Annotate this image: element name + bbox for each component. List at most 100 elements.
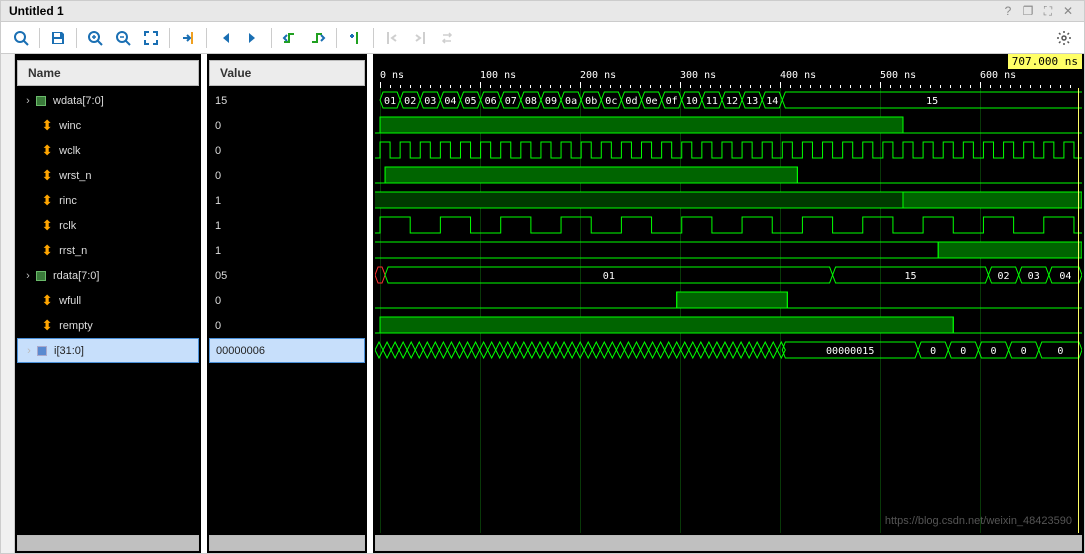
svg-text:0c: 0c bbox=[605, 96, 617, 107]
signal-row-rrst-n[interactable]: ⬍ rrst_n bbox=[17, 238, 199, 263]
window-title: Untitled 1 bbox=[9, 4, 64, 18]
signal-value: 0 bbox=[209, 113, 365, 138]
bit-icon: ⬍ bbox=[41, 145, 53, 157]
prev-edge-icon[interactable] bbox=[276, 26, 304, 50]
signal-name: wclk bbox=[59, 145, 80, 157]
signal-row-winc[interactable]: ⬍ winc bbox=[17, 113, 199, 138]
signal-name: rclk bbox=[59, 220, 76, 232]
signal-value: 1 bbox=[209, 238, 365, 263]
cursor-line[interactable] bbox=[1078, 88, 1079, 533]
svg-text:10: 10 bbox=[686, 96, 698, 107]
signal-value: 1 bbox=[209, 213, 365, 238]
svg-text:0f: 0f bbox=[666, 96, 678, 107]
svg-text:11: 11 bbox=[706, 96, 718, 107]
time-label: 0 ns bbox=[380, 70, 404, 81]
value-hscroll[interactable] bbox=[209, 535, 365, 551]
svg-text:04: 04 bbox=[444, 96, 456, 107]
signal-name: rdata[7:0] bbox=[53, 270, 99, 282]
settings-icon[interactable] bbox=[1050, 26, 1078, 50]
waveform-area[interactable]: https://blog.csdn.net/weixin_48423590 0 1… bbox=[375, 88, 1082, 533]
signal-row-rdata-7-0-[interactable]: › rdata[7:0] bbox=[17, 263, 199, 288]
value-header: Value bbox=[209, 60, 365, 86]
zoom-out-icon[interactable] bbox=[109, 26, 137, 50]
signal-row-rclk[interactable]: ⬍ rclk bbox=[17, 213, 199, 238]
goto-cursor-icon[interactable] bbox=[174, 26, 202, 50]
bit-icon: ⬍ bbox=[41, 245, 53, 257]
signal-row-wrst-n[interactable]: ⬍wrst_n bbox=[17, 163, 199, 188]
signal-value: 0 bbox=[209, 163, 365, 188]
wave-hscroll[interactable] bbox=[375, 535, 1082, 551]
name-hscroll[interactable] bbox=[17, 535, 199, 551]
signal-name: rrst_n bbox=[59, 245, 87, 257]
swap-icon[interactable] bbox=[434, 26, 462, 50]
watermark: https://blog.csdn.net/weixin_48423590 bbox=[885, 515, 1072, 527]
signal-row-wdata-7-0-[interactable]: › wdata[7:0] bbox=[17, 88, 199, 113]
expand-icon[interactable]: › bbox=[24, 345, 34, 357]
svg-text:13: 13 bbox=[746, 96, 758, 107]
signal-name: winc bbox=[59, 120, 81, 132]
bit-icon: ⬍ bbox=[41, 120, 53, 132]
svg-text:0b: 0b bbox=[585, 96, 597, 107]
add-marker-icon[interactable] bbox=[341, 26, 369, 50]
zoom-fit-icon[interactable] bbox=[137, 26, 165, 50]
next-edge-icon[interactable] bbox=[304, 26, 332, 50]
signal-value: 00000006 bbox=[209, 338, 365, 363]
time-label: 300 ns bbox=[680, 70, 716, 81]
cursor-readout: 707.000 ns bbox=[1008, 54, 1082, 69]
bit-icon: ⬍ bbox=[41, 320, 53, 332]
next-marker-icon[interactable] bbox=[406, 26, 434, 50]
time-label: 100 ns bbox=[480, 70, 516, 81]
signal-row-i-31-0-[interactable]: ›i[31:0] bbox=[17, 338, 199, 363]
time-label: 200 ns bbox=[580, 70, 616, 81]
search-icon[interactable] bbox=[7, 26, 35, 50]
signal-row-wclk[interactable]: ⬍ wclk bbox=[17, 138, 199, 163]
bus-icon bbox=[35, 95, 47, 107]
signal-name: wrst_n bbox=[59, 170, 91, 182]
help-button[interactable]: ? bbox=[1000, 3, 1016, 19]
restore-button[interactable]: ❐ bbox=[1020, 3, 1036, 19]
svg-text:0: 0 bbox=[1057, 346, 1063, 357]
svg-text:05: 05 bbox=[464, 96, 476, 107]
zoom-in-icon[interactable] bbox=[81, 26, 109, 50]
signal-name: wdata[7:0] bbox=[53, 95, 104, 107]
svg-text:03: 03 bbox=[424, 96, 436, 107]
svg-text:06: 06 bbox=[485, 96, 497, 107]
svg-text:08: 08 bbox=[525, 96, 537, 107]
signal-row-wfull[interactable]: ⬍wfull bbox=[17, 288, 199, 313]
prev-marker-icon[interactable] bbox=[378, 26, 406, 50]
signal-value: 0 bbox=[209, 288, 365, 313]
signal-value: 05 bbox=[209, 263, 365, 288]
svg-text:03: 03 bbox=[1028, 271, 1040, 282]
toolbar bbox=[0, 22, 1085, 54]
close-button[interactable]: ✕ bbox=[1060, 3, 1076, 19]
expand-icon[interactable]: › bbox=[23, 95, 33, 107]
save-icon[interactable] bbox=[44, 26, 72, 50]
signal-name: rinc bbox=[59, 195, 77, 207]
side-tab[interactable] bbox=[1, 54, 15, 553]
signal-row-rempty[interactable]: ⬍rempty bbox=[17, 313, 199, 338]
signal-name: wfull bbox=[59, 295, 81, 307]
time-label: 400 ns bbox=[780, 70, 816, 81]
signal-value: 0 bbox=[209, 138, 365, 163]
svg-text:12: 12 bbox=[726, 96, 738, 107]
name-header: Name bbox=[17, 60, 199, 86]
svg-text:04: 04 bbox=[1059, 271, 1071, 282]
bit-icon: ⬍ bbox=[41, 195, 53, 207]
time-label: 600 ns bbox=[980, 70, 1016, 81]
signal-value: 1 bbox=[209, 188, 365, 213]
last-icon[interactable] bbox=[239, 26, 267, 50]
svg-text:07: 07 bbox=[505, 96, 517, 107]
bit-icon: ⬍ bbox=[41, 220, 53, 232]
svg-text:0: 0 bbox=[960, 346, 966, 357]
expand-icon[interactable]: › bbox=[23, 270, 33, 282]
int-icon bbox=[36, 345, 48, 357]
maximize-button[interactable]: ⛶ bbox=[1040, 3, 1056, 19]
first-icon[interactable] bbox=[211, 26, 239, 50]
svg-text:14: 14 bbox=[766, 96, 778, 107]
time-ruler[interactable]: 0 ns100 ns200 ns300 ns400 ns500 ns600 ns bbox=[375, 70, 1082, 88]
signal-value: 15 bbox=[209, 88, 365, 113]
signal-value: 0 bbox=[209, 313, 365, 338]
signal-row-rinc[interactable]: ⬍ rinc bbox=[17, 188, 199, 213]
svg-text:02: 02 bbox=[404, 96, 416, 107]
wave-panel: 707.000 ns 0 ns100 ns200 ns300 ns400 ns5… bbox=[373, 54, 1084, 553]
